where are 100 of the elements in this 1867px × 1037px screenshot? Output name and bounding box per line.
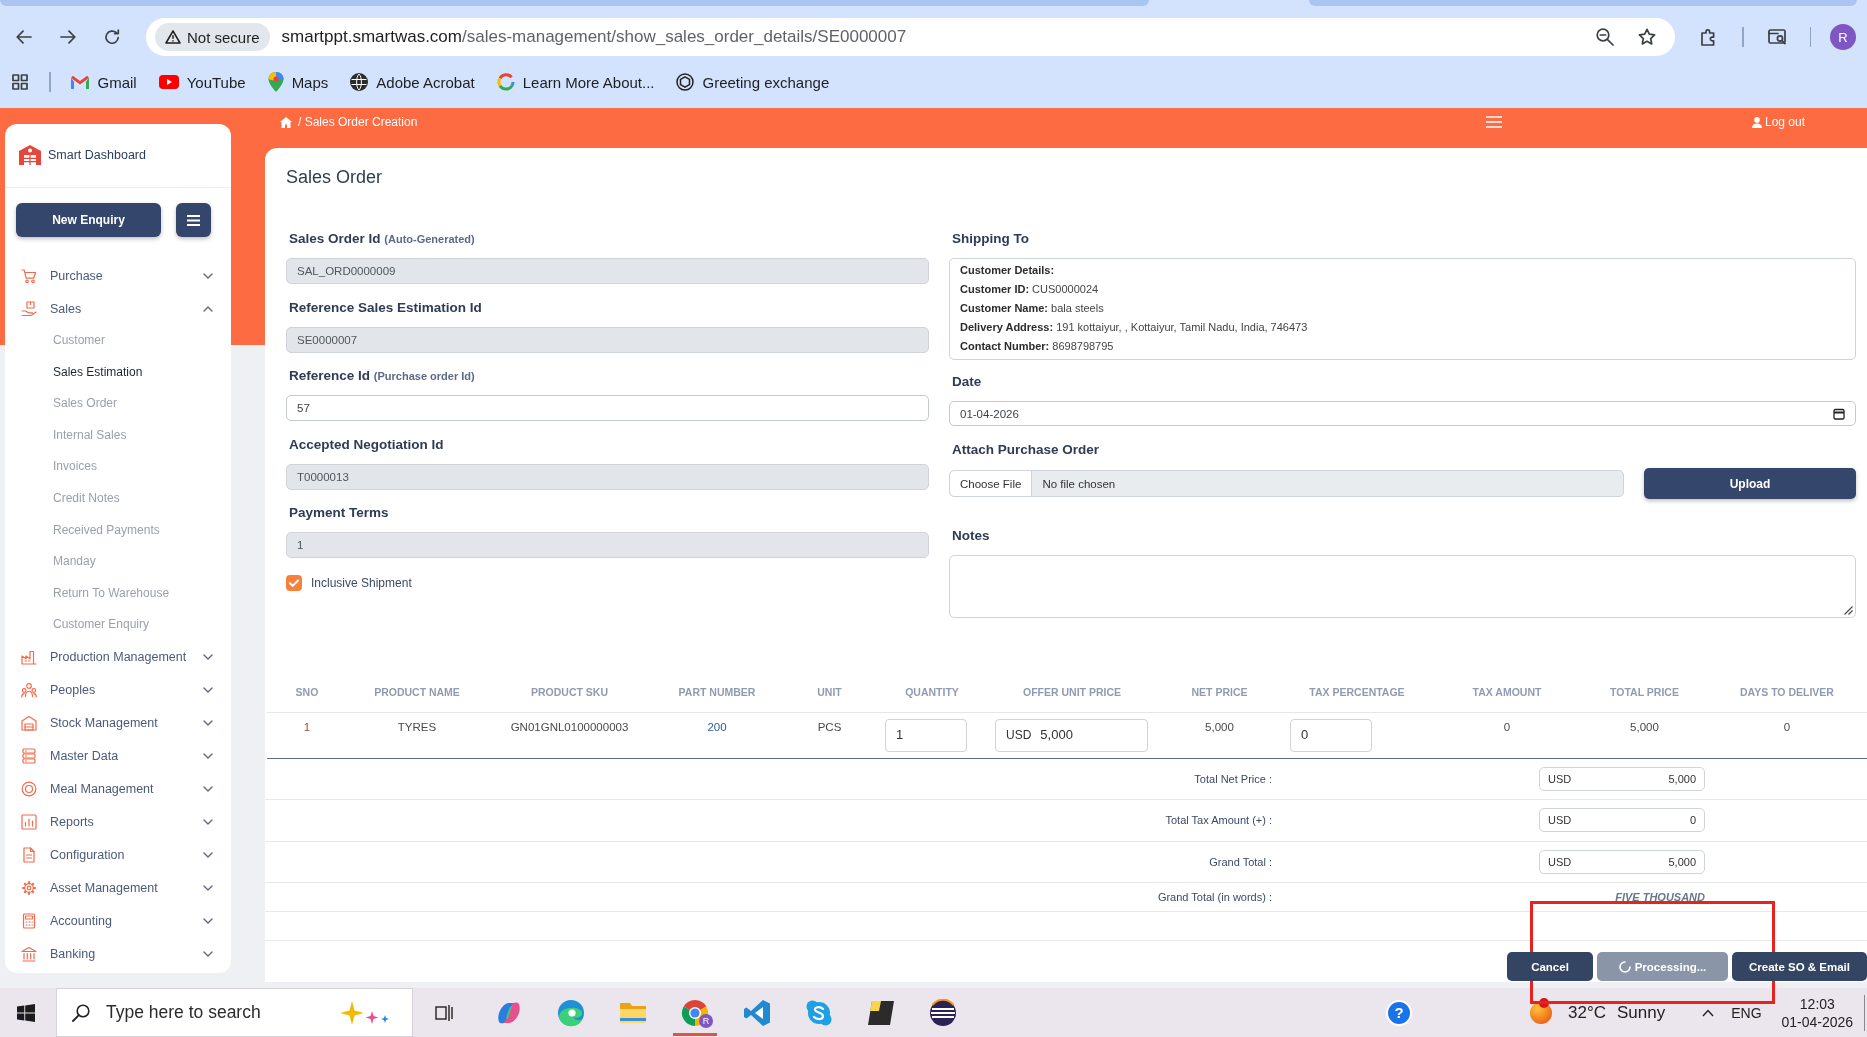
sidebar-item[interactable]: Reports [16,805,220,839]
swirl-icon[interactable] [557,998,585,1027]
field-label: Notes [952,527,990,545]
field-value: 5,000 [1040,727,1073,743]
upload-button[interactable]: Upload [1644,468,1856,499]
table-cell: 5,000 [1582,712,1707,758]
bookmark-item[interactable]: Adobe Acrobat [350,73,475,91]
table-input-field[interactable]: 0 [1290,718,1372,752]
sidebar-item[interactable]: Banking [16,937,220,971]
menu-button[interactable] [176,203,211,237]
total-label: Grand Total : [1209,855,1272,868]
url-text[interactable]: smartppt.smartwas.com/sales-management/show_sales_order_details/SE0000007 [281,27,907,47]
calculator-icon [21,913,37,930]
text-field[interactable]: 57 [286,395,929,421]
language-indicator[interactable]: ENG [1731,1004,1762,1021]
grid-icon[interactable] [12,74,28,90]
star-icon[interactable] [1638,28,1656,46]
temperature-text[interactable]: 32°C [1568,1002,1606,1023]
sidebar-item[interactable]: Production Management [16,640,220,674]
reload-icon[interactable] [104,29,120,45]
search-field[interactable]: Type here to search [56,988,413,1037]
sidebar-item[interactable]: Configuration [16,838,220,872]
profile-badge: R [699,1014,713,1028]
notes-field[interactable] [949,555,1856,618]
window-magnifier-icon[interactable] [1767,28,1786,46]
calendar-icon[interactable] [1833,407,1845,420]
sun-icon[interactable] [1530,1001,1552,1024]
bookmark-item[interactable]: YouTube [158,73,246,91]
bookmark-item[interactable]: Gmail [69,73,137,91]
note-icon[interactable] [867,998,895,1027]
detail-line: Contact Number: 8698798795 [960,339,1115,354]
total-value: 0 [1689,814,1696,827]
submit-button[interactable]: Create SO & Email [1732,952,1867,981]
total-field[interactable]: USD 5,000 [1539,849,1705,874]
detail-heading: Customer Details: [960,263,1056,278]
bookmark-item[interactable]: Maps [267,72,329,92]
file-input-field[interactable]: Choose File No file chosen [949,470,1624,497]
bookmark-item[interactable]: Learn More About... [496,73,655,91]
field-label: Attach Purchase Order [952,441,1100,459]
total-label: Total Tax Amount (+) : [1165,814,1272,827]
task-view-icon[interactable] [435,1003,453,1022]
column-header: PART NUMBER [652,673,782,712]
profile-avatar[interactable]: R [1830,24,1856,50]
menu-icon [187,214,200,226]
zoom-out-icon[interactable] [1596,28,1614,46]
table-cell: 1 [267,712,347,758]
clock-date[interactable]: 01-04-2026 [1781,1012,1854,1031]
date-field[interactable]: 01-04-2026 [949,401,1856,426]
sidebar-item[interactable]: Peoples [16,673,220,707]
back-arrow-icon[interactable] [16,30,32,44]
bank-icon [21,946,37,963]
sidebar-item[interactable]: Sales [16,292,220,325]
table-input-field[interactable]: 1 [885,718,967,752]
total-field[interactable]: USD 0 [1539,808,1705,833]
resize-grip-icon[interactable] [1844,606,1853,615]
cancel-button[interactable]: Cancel [1507,952,1593,981]
address-bar[interactable]: Not secure smartppt.smartwas.com/sales-management/show_sales_order_details/SE0000007 [146,18,1675,56]
table-cell: 200 [652,712,782,758]
windows-logo-icon[interactable] [17,1003,35,1022]
total-label: Total Net Price : [1194,772,1272,785]
security-chip[interactable]: Not secure [155,23,270,51]
sidebar-item[interactable]: Purchase [16,259,220,292]
column-header: TOTAL PRICE [1582,673,1707,712]
striped-circle-icon[interactable] [929,998,957,1027]
home-icon[interactable] [280,116,292,128]
checkbox[interactable] [286,575,302,591]
table-cell: GN01GNL0100000003 [487,712,652,758]
bookmark-item[interactable]: Greeting exchange [676,73,830,91]
sidebar-item[interactable]: Master Data [16,739,220,773]
document-icon [21,847,37,864]
ring-icon [496,73,515,91]
sidebar-subitem[interactable]: Sales Estimation [16,356,220,389]
fold-icon[interactable] [743,998,771,1027]
weather-condition[interactable]: Sunny [1617,1002,1666,1023]
total-field[interactable]: USD 5,000 [1539,766,1705,791]
help-icon[interactable]: ? [1388,1001,1410,1024]
chevron-up-icon[interactable] [1702,1008,1715,1017]
column-header: TAX AMOUNT [1432,673,1582,712]
forward-arrow-icon[interactable] [60,30,76,44]
bubble-icon[interactable] [805,998,833,1027]
table-cell: 0 [1707,712,1867,758]
new-enquiry-button[interactable]: New Enquiry [16,203,161,237]
sidebar-item[interactable]: Asset Management [16,871,220,905]
price-input-field[interactable]: USD 5,000 [995,718,1148,752]
total-value: 5,000 [1668,772,1696,785]
clock-time[interactable]: 12:03 [1799,994,1835,1013]
table-cell: PCS [782,712,877,758]
breadcrumb: / Sales Order Creation [298,115,418,129]
server-icon [21,748,37,765]
box-hand-icon [21,300,37,317]
table-cell: TYRES [347,712,487,758]
field-label: Payment Terms [289,504,389,522]
total-value: 5,000 [1668,855,1696,868]
table-cell: 0 [1432,712,1582,758]
brand-name: Smart Dashboard [48,148,146,162]
sidebar-item[interactable]: Accounting [16,904,220,938]
choose-file-button[interactable]: Choose File [950,471,1033,496]
people-icon [21,682,37,699]
sidebar-item[interactable]: Meal Management [16,772,220,806]
sidebar-item[interactable]: Stock Management [16,706,220,740]
